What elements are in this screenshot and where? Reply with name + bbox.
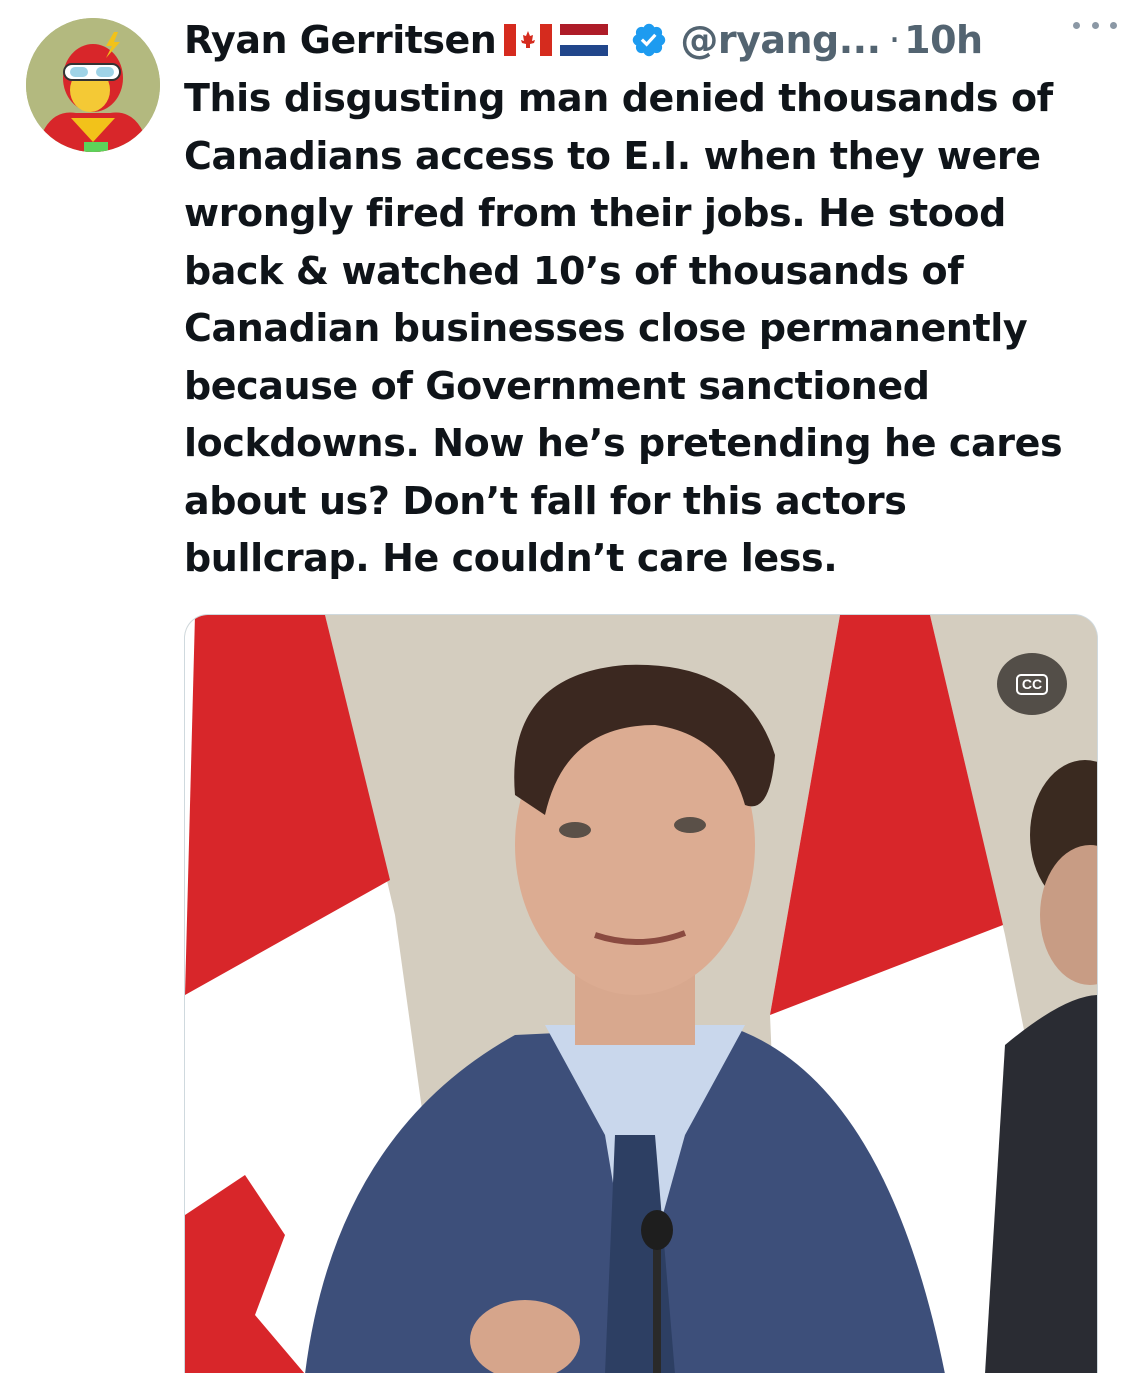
more-dots-icon[interactable] — [1073, 10, 1117, 40]
display-name[interactable]: Ryan Gerritsen — [184, 18, 497, 62]
avatar-cartoon-icon — [26, 18, 160, 152]
canada-flag-icon — [504, 24, 553, 56]
tweet-header: Ryan Gerritsen @ryang... · 10h — [184, 14, 1104, 66]
tweet-text: This disgusting man denied thousands of … — [184, 76, 1063, 580]
video-player[interactable]: CC — [184, 614, 1098, 1373]
netherlands-flag-icon — [560, 24, 609, 56]
tweet[interactable]: Ryan Gerritsen @ryang... · 10h This disg… — [0, 0, 1125, 1373]
verified-badge-icon — [630, 21, 668, 59]
separator-dot: · — [888, 18, 901, 62]
video-thumbnail — [185, 615, 1097, 1373]
timestamp[interactable]: 10h — [904, 18, 983, 62]
captions-icon: CC — [1015, 673, 1049, 695]
captions-button[interactable]: CC — [997, 653, 1067, 715]
avatar[interactable] — [26, 18, 160, 152]
user-handle[interactable]: @ryang... — [680, 18, 881, 62]
